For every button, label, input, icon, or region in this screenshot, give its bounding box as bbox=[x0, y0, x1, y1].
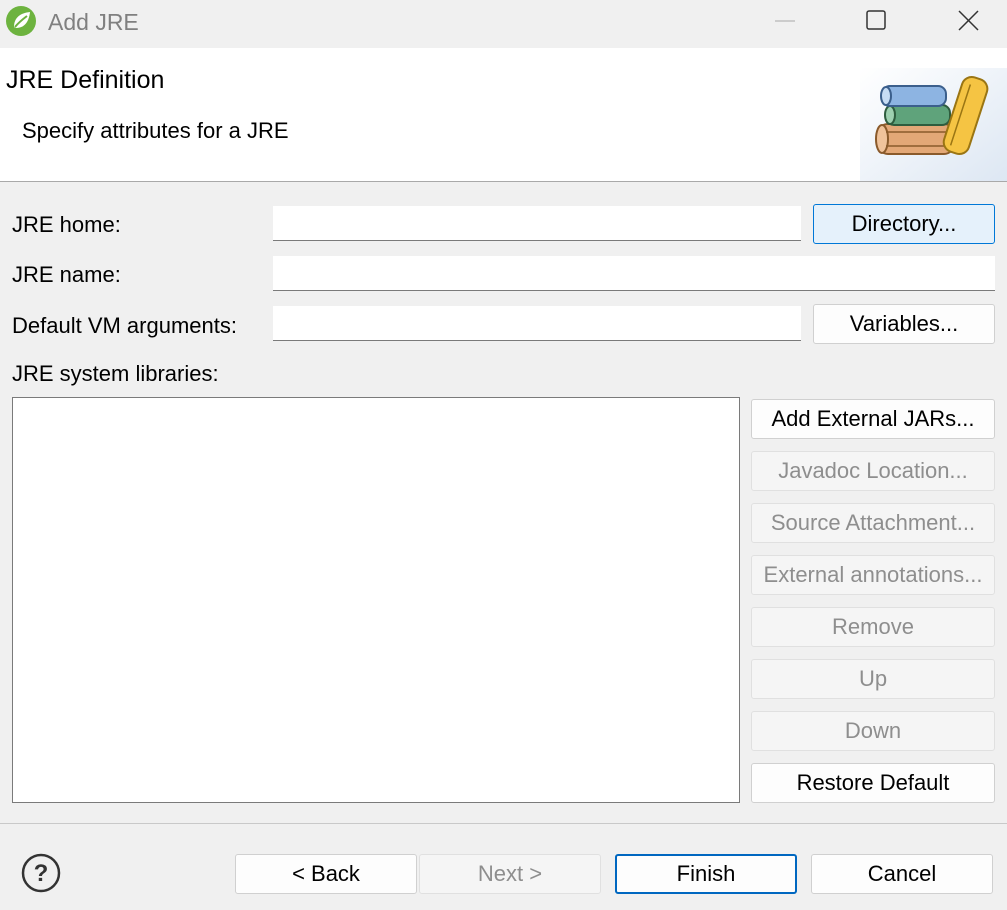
jre-home-input[interactable] bbox=[273, 206, 801, 241]
remove-button[interactable]: Remove bbox=[751, 607, 995, 647]
maximize-icon bbox=[866, 10, 886, 30]
jre-name-input[interactable] bbox=[273, 256, 995, 291]
system-libraries-list[interactable] bbox=[12, 397, 740, 803]
close-button[interactable] bbox=[946, 0, 992, 42]
minimize-button[interactable] bbox=[762, 0, 808, 42]
system-libraries-label: JRE system libraries: bbox=[12, 361, 219, 386]
add-external-jars-button[interactable]: Add External JARs... bbox=[751, 399, 995, 439]
vm-arguments-input[interactable] bbox=[273, 306, 801, 341]
jre-home-label: JRE home: bbox=[12, 212, 121, 237]
source-attachment-button[interactable]: Source Attachment... bbox=[751, 503, 995, 543]
down-button[interactable]: Down bbox=[751, 711, 995, 751]
window-title: Add JRE bbox=[48, 9, 139, 35]
title-bar: Add JRE bbox=[0, 0, 1007, 46]
page-title: JRE Definition bbox=[6, 66, 165, 94]
wizard-header: JRE Definition Specify attributes for a … bbox=[0, 48, 1007, 182]
next-button[interactable]: Next > bbox=[419, 854, 601, 894]
jre-name-label: JRE name: bbox=[12, 262, 121, 287]
up-button[interactable]: Up bbox=[751, 659, 995, 699]
close-icon bbox=[958, 10, 979, 31]
external-annotations-button[interactable]: External annotations... bbox=[751, 555, 995, 595]
javadoc-location-button[interactable]: Javadoc Location... bbox=[751, 451, 995, 491]
restore-default-button[interactable]: Restore Default bbox=[751, 763, 995, 803]
cancel-button[interactable]: Cancel bbox=[811, 854, 993, 894]
vm-arguments-label: Default VM arguments: bbox=[12, 313, 237, 338]
spring-leaf-icon bbox=[6, 6, 36, 36]
maximize-button[interactable] bbox=[854, 0, 900, 42]
page-description: Specify attributes for a JRE bbox=[22, 118, 289, 143]
help-icon[interactable]: ? bbox=[21, 853, 61, 893]
minimize-icon bbox=[775, 20, 795, 22]
finish-button[interactable]: Finish bbox=[615, 854, 797, 894]
variables-button[interactable]: Variables... bbox=[813, 304, 995, 344]
books-icon bbox=[860, 68, 1007, 181]
directory-button[interactable]: Directory... bbox=[813, 204, 995, 244]
back-button[interactable]: < Back bbox=[235, 854, 417, 894]
svg-text:?: ? bbox=[34, 860, 49, 887]
footer-separator bbox=[0, 823, 1007, 824]
